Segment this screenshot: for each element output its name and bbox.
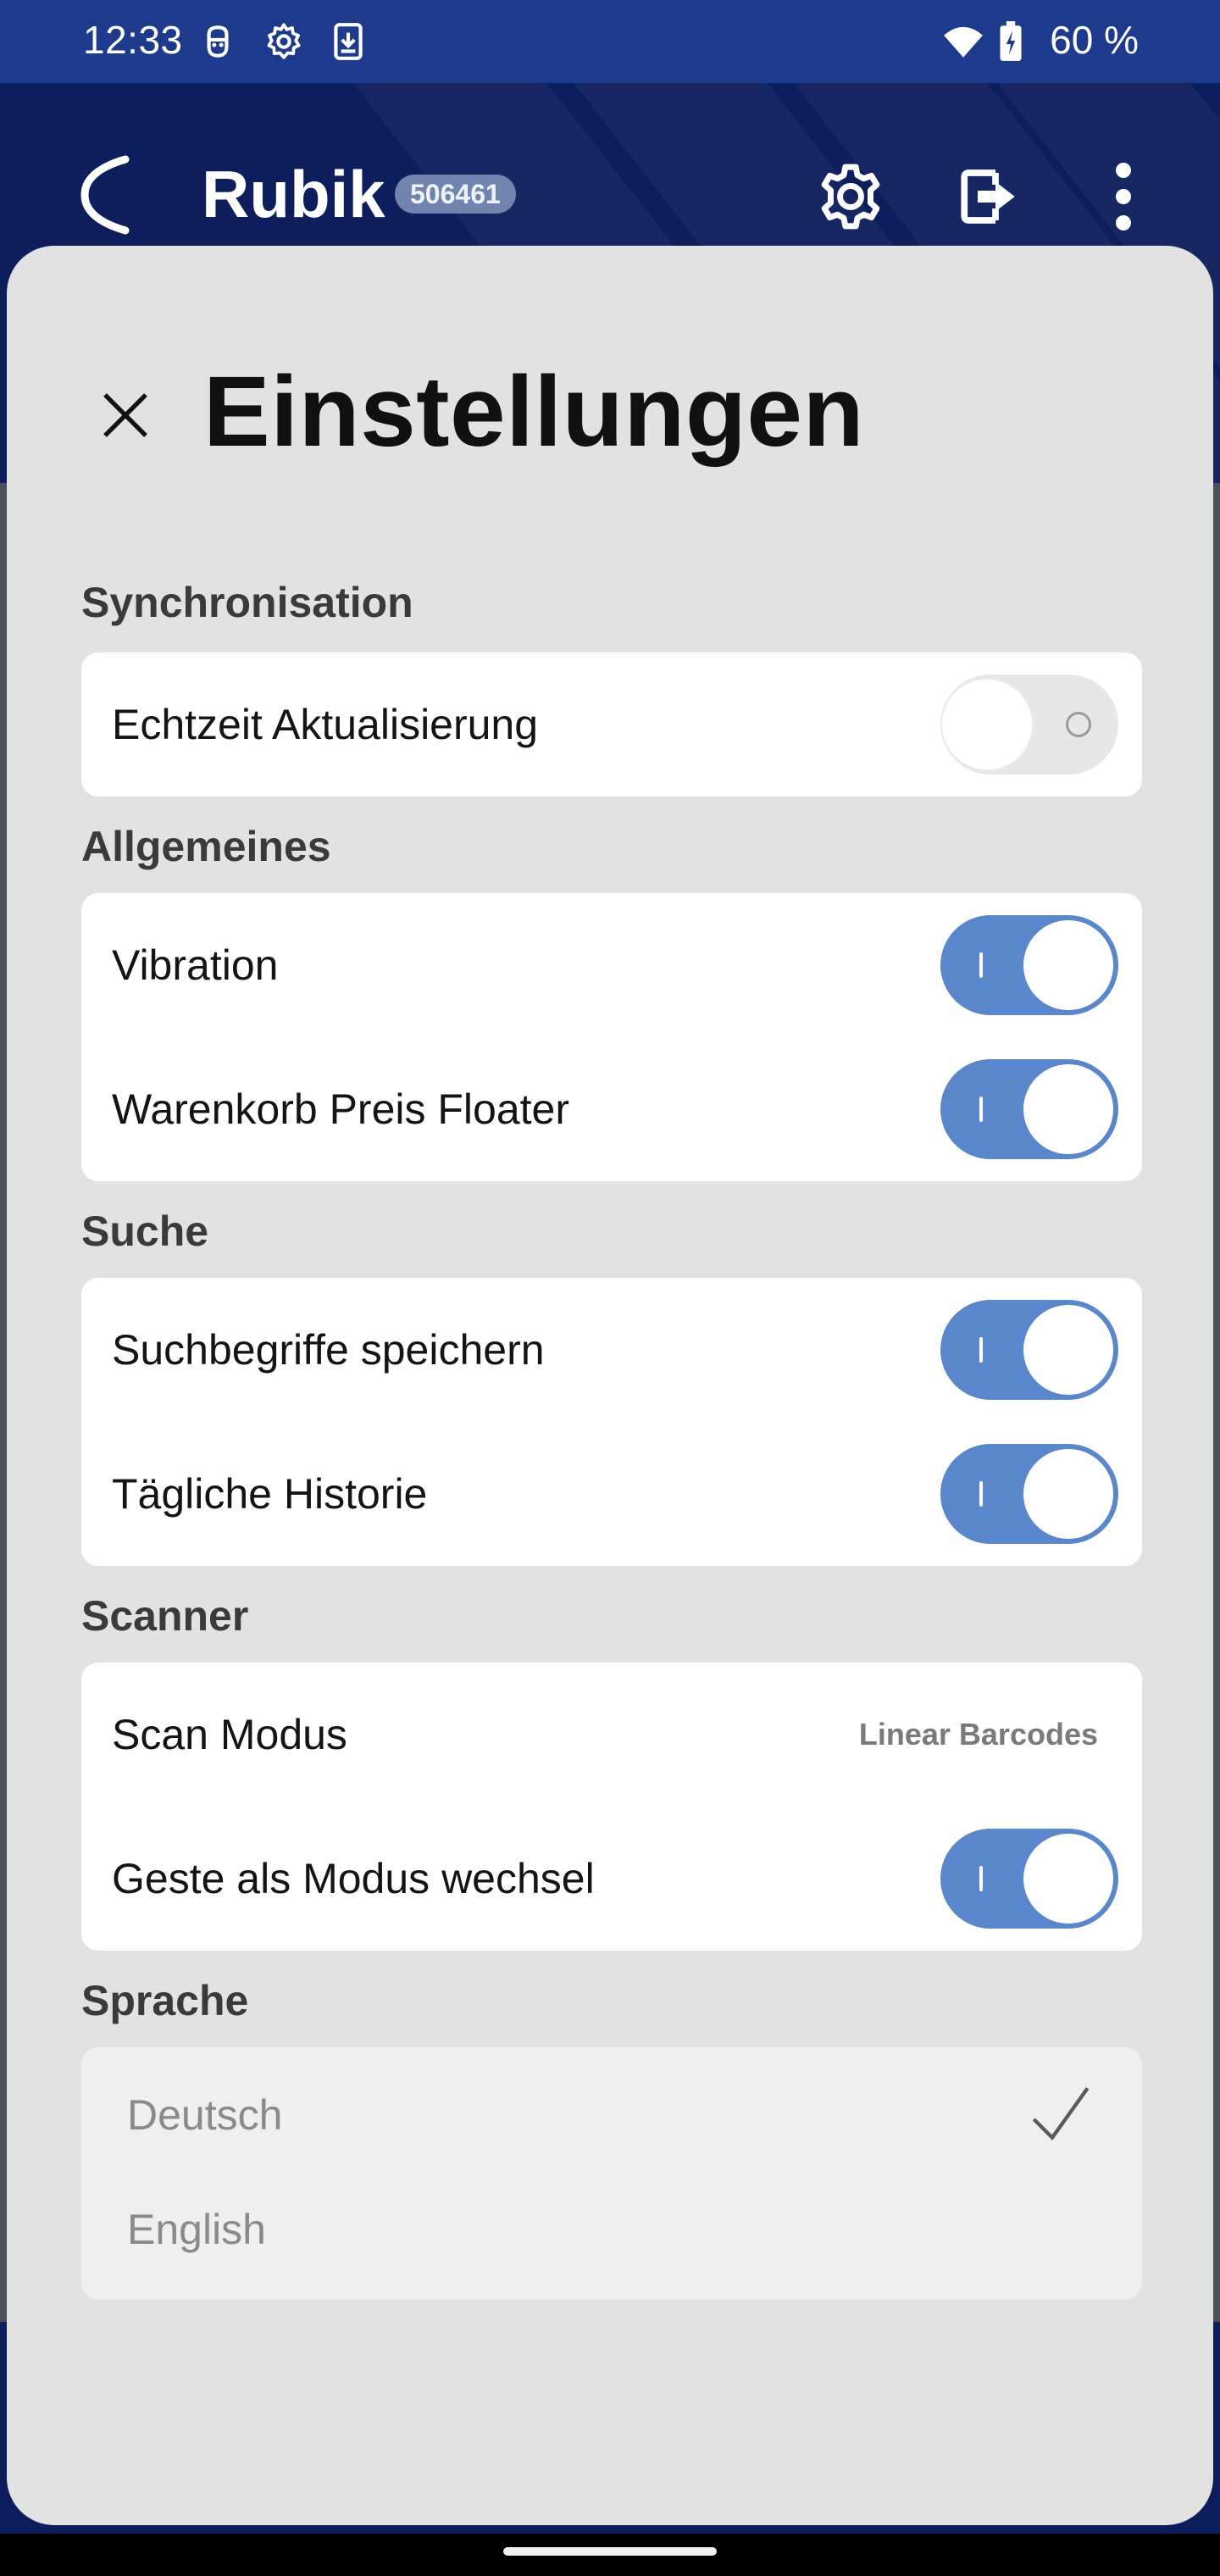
card-scanner: Scan Modus Linear Barcodes Geste als Mod… [81, 1663, 1142, 1951]
more-vert-icon [1116, 163, 1131, 230]
language-option-deutsch[interactable]: Deutsch [81, 2047, 1142, 2183]
wifi-icon [944, 26, 983, 58]
section-label-scanner: Scanner [81, 1592, 249, 1640]
scan-mode-value: Linear Barcodes [858, 1717, 1098, 1752]
setting-label: Geste als Modus wechsel [112, 1855, 595, 1902]
setting-label: Vibration [112, 941, 279, 989]
language-label: Deutsch [127, 2091, 283, 2139]
setting-label: Warenkorb Preis Floater [112, 1085, 569, 1133]
more-options-button[interactable] [1083, 156, 1164, 237]
settings-button[interactable] [810, 156, 891, 237]
setting-label: Echtzeit Aktualisierung [112, 701, 539, 748]
close-icon [103, 393, 147, 437]
card-search: Suchbegriffe speichern Tägliche Historie [81, 1278, 1142, 1566]
card-language: Deutsch English [81, 2047, 1142, 2300]
vibration-toggle[interactable] [940, 915, 1118, 1015]
user-id-badge: 506461 [395, 175, 516, 214]
language-option-english[interactable]: English [81, 2174, 1142, 2285]
setting-row-realtime[interactable]: Echtzeit Aktualisierung [81, 652, 1142, 797]
battery-icon [1000, 21, 1022, 61]
logo-icon[interactable] [76, 153, 136, 237]
section-label-general: Allgemeines [81, 823, 331, 870]
setting-label: Tägliche Historie [112, 1470, 428, 1518]
section-label-sync: Synchronisation [81, 579, 413, 626]
setting-label: Scan Modus [112, 1711, 347, 1758]
status-time: 12:33 [83, 18, 183, 62]
gesture-toggle[interactable] [940, 1829, 1118, 1929]
status-bar: 12:33 60 % [0, 0, 1220, 83]
setting-row-scan-mode[interactable]: Scan Modus Linear Barcodes [81, 1663, 1142, 1807]
home-indicator[interactable] [503, 2547, 717, 2556]
setting-row-daily-history[interactable]: Tägliche Historie [81, 1422, 1142, 1566]
card-general: Vibration Warenkorb Preis Floater [81, 893, 1142, 1181]
settings-sheet: Einstellungen Synchronisation Echtzeit A… [7, 246, 1213, 2525]
setting-row-gesture[interactable]: Geste als Modus wechsel [81, 1807, 1142, 1951]
page-title: Einstellungen [203, 356, 865, 468]
card-sync: Echtzeit Aktualisierung [81, 652, 1142, 797]
app-toolbar: Rubik 506461 [0, 83, 1220, 244]
navigation-bar [0, 2534, 1220, 2576]
cart-floater-toggle[interactable] [940, 1059, 1118, 1159]
battery-percentage: 60 % [1050, 18, 1139, 62]
setting-row-vibration[interactable]: Vibration [81, 893, 1142, 1037]
settings-icon [821, 164, 880, 230]
language-label: English [127, 2206, 266, 2253]
check-icon [1032, 2087, 1090, 2141]
screen: 12:33 60 % Rubik 506461 Einstellungen Sy… [0, 0, 1220, 2576]
app-title: Rubik [202, 157, 385, 231]
close-button[interactable] [83, 373, 168, 458]
daily-history-toggle[interactable] [940, 1444, 1118, 1544]
setting-row-save-terms[interactable]: Suchbegriffe speichern [81, 1278, 1142, 1422]
save-terms-toggle[interactable] [940, 1300, 1118, 1400]
logout-button[interactable] [949, 156, 1030, 237]
gear-icon [267, 23, 301, 59]
setting-label: Suchbegriffe speichern [112, 1326, 545, 1374]
realtime-toggle[interactable] [940, 675, 1118, 774]
section-label-search: Suche [81, 1208, 209, 1255]
logout-icon [961, 169, 1015, 224]
face-icon [207, 25, 229, 58]
section-label-language: Sprache [81, 1977, 249, 2024]
setting-row-cart-floater[interactable]: Warenkorb Preis Floater [81, 1037, 1142, 1181]
download-icon [334, 23, 363, 60]
